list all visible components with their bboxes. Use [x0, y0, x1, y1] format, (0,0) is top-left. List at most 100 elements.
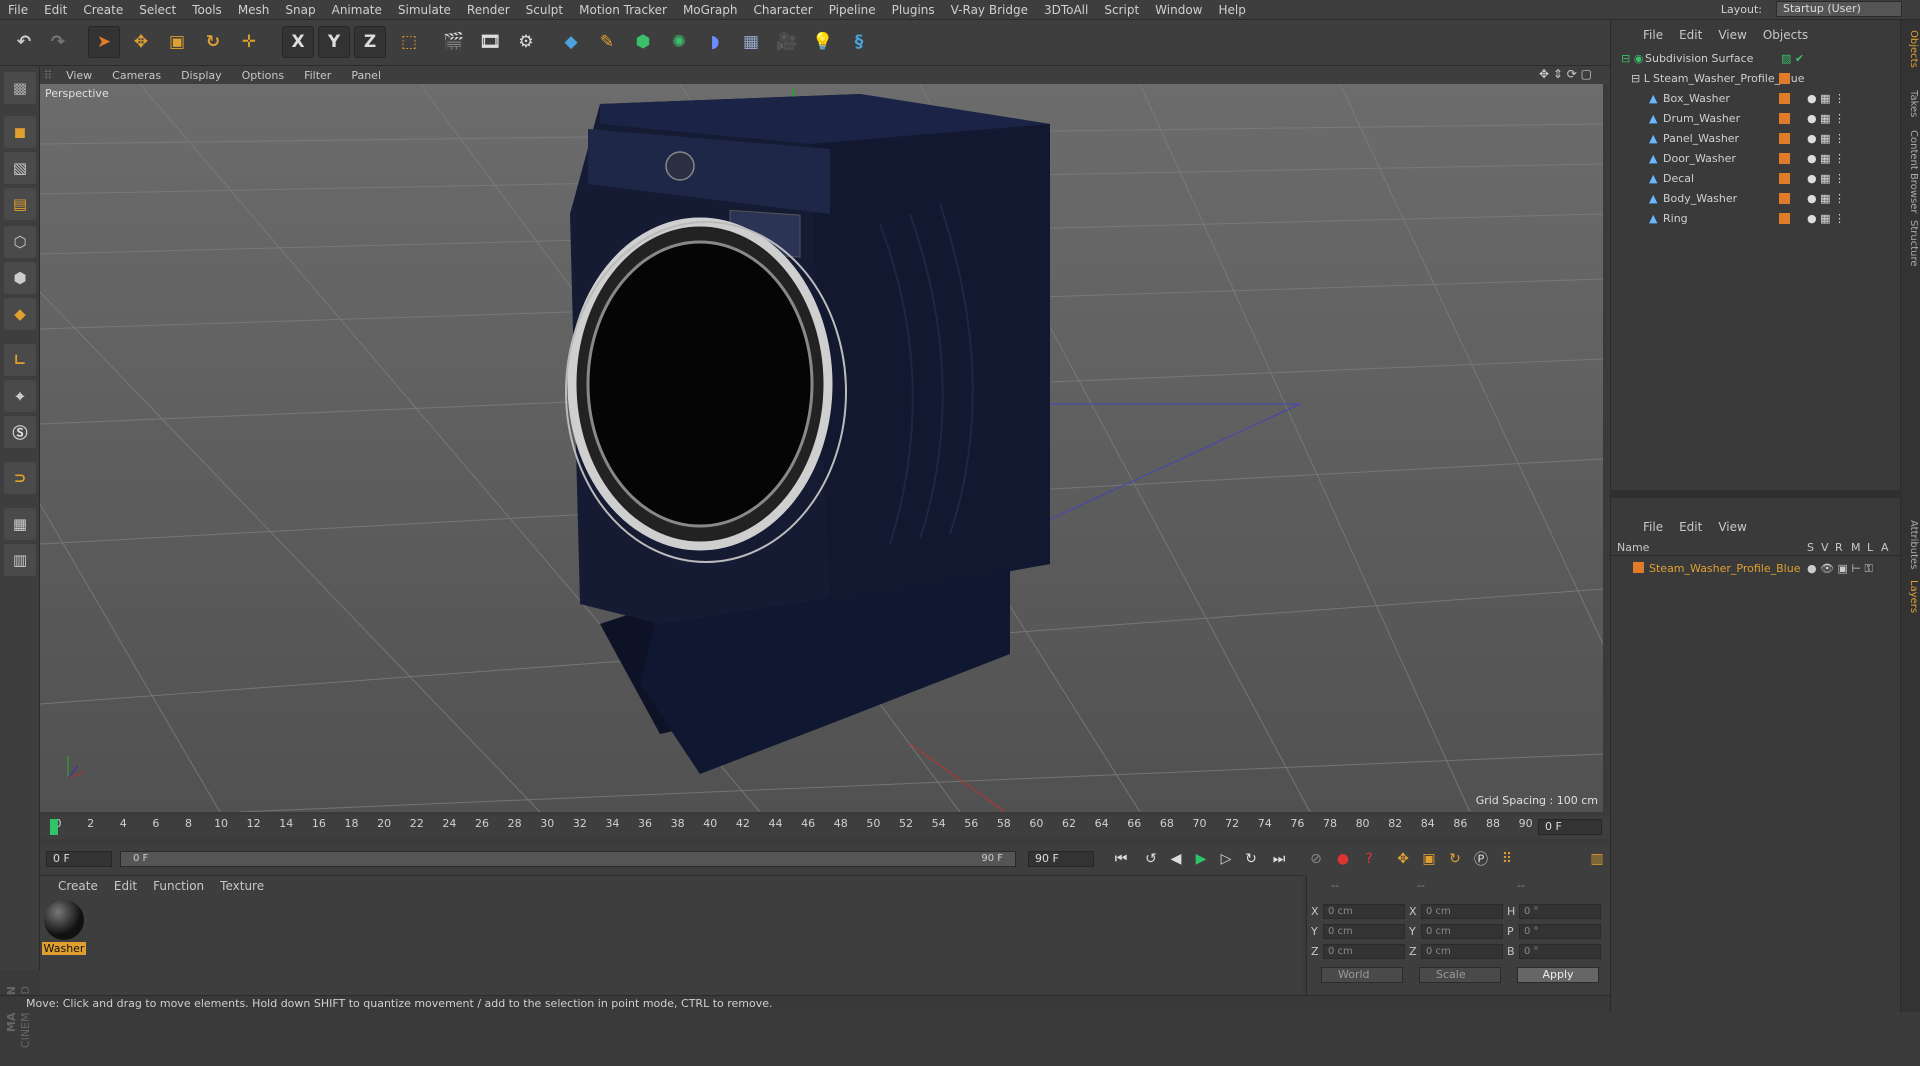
lock-workplane-icon[interactable]: ▦ [4, 508, 36, 540]
size-z-field[interactable]: 0 cm [1421, 944, 1503, 959]
make-editable-icon[interactable]: ▩ [4, 72, 36, 104]
enabled-check-icon[interactable]: ▨ ✔ [1781, 52, 1804, 65]
layer-row[interactable]: Steam_Washer_Profile_Blue ● 👁 ▣ ⊢ ⚿ [1611, 558, 1901, 578]
menu-window[interactable]: Window [1147, 3, 1210, 17]
tab-content-browser[interactable]: Content Browser [1903, 130, 1919, 213]
layer-color-swatch[interactable] [1779, 133, 1790, 144]
subdivision-icon[interactable]: ⬢ [627, 26, 659, 58]
key-move-icon[interactable]: ✥ [1392, 848, 1414, 870]
3d-viewport[interactable]: Perspective Grid Spacing : 100 cm [40, 84, 1603, 812]
previous-frame-icon[interactable]: ◀ [1165, 848, 1187, 870]
next-key-icon[interactable]: ↻ [1240, 848, 1262, 870]
autokey-icon[interactable]: ? [1358, 848, 1380, 870]
menu-pipeline[interactable]: Pipeline [821, 3, 884, 17]
layers-menu-file[interactable]: File [1635, 520, 1671, 534]
material-swatch[interactable]: Washer [42, 900, 86, 956]
axis-y-button[interactable]: Y [318, 26, 350, 58]
tab-takes[interactable]: Takes [1903, 90, 1919, 117]
material-tag-icon[interactable]: ● ▦ ⋮ [1807, 212, 1845, 225]
menu-animate[interactable]: Animate [324, 3, 390, 17]
objects-menu-file[interactable]: File [1635, 28, 1671, 42]
viewport-menu-view[interactable]: View [56, 69, 102, 82]
layer-flag-icons[interactable]: ● 👁 ▣ ⊢ ⚿ [1807, 562, 1873, 576]
render-settings-icon[interactable]: ⚙ [510, 26, 542, 58]
light-icon[interactable]: 💡 [807, 26, 839, 58]
tab-objects[interactable]: Objects [1903, 30, 1919, 68]
menu-character[interactable]: Character [745, 3, 820, 17]
cube-icon[interactable]: ◆ [555, 26, 587, 58]
points-mode-icon[interactable]: ⬡ [4, 226, 36, 258]
layout-dropdown[interactable]: Startup (User) [1776, 1, 1902, 17]
camera-icon[interactable]: 🎥 [771, 26, 803, 58]
objects-menu-view[interactable]: View [1710, 28, 1754, 42]
render-picture-viewer-icon[interactable]: 🎞 [474, 26, 506, 58]
viewport-menu-options[interactable]: Options [232, 69, 294, 82]
viewport-menu-display[interactable]: Display [171, 69, 232, 82]
menu-create[interactable]: Create [75, 3, 131, 17]
timeline-window-icon[interactable]: ▥ [1586, 848, 1608, 870]
object-row-steam-washer[interactable]: ⊟ L Steam_Washer_Profile_Blue [1611, 68, 1901, 88]
objects-menu-objects[interactable]: Objects [1755, 28, 1816, 42]
move-icon[interactable]: ✥ [125, 26, 157, 58]
material-menu-function[interactable]: Function [145, 879, 212, 893]
menu-select[interactable]: Select [131, 3, 184, 17]
rot-b-field[interactable]: 0 ° [1519, 944, 1601, 959]
key-rotate-icon[interactable]: ↻ [1444, 848, 1466, 870]
material-tag-icon[interactable]: ● ▦ ⋮ [1807, 152, 1845, 165]
layers-menu-view[interactable]: View [1710, 520, 1754, 534]
material-tag-icon[interactable]: ● ▦ ⋮ [1807, 132, 1845, 145]
record-icon[interactable]: ● [1332, 848, 1354, 870]
layer-color-swatch[interactable] [1779, 213, 1790, 224]
size-mode-dropdown[interactable]: Scale [1419, 967, 1501, 983]
object-row-panel-washer[interactable]: ▲ Panel_Washer ● ▦ ⋮ [1611, 128, 1901, 148]
menu-render[interactable]: Render [459, 3, 518, 17]
playhead[interactable] [50, 819, 58, 835]
deformer-icon[interactable]: ◗ [699, 26, 731, 58]
viewport-nav-icons[interactable]: ✥ ⇕ ⟳ ▢ [1529, 67, 1602, 81]
pos-y-field[interactable]: 0 cm [1323, 924, 1405, 939]
material-tag-icon[interactable]: ● ▦ ⋮ [1807, 112, 1845, 125]
material-menu-texture[interactable]: Texture [212, 879, 272, 893]
size-y-field[interactable]: 0 cm [1421, 924, 1503, 939]
axis-z-button[interactable]: Z [354, 26, 386, 58]
object-row-decal[interactable]: ▲ Decal ● ▦ ⋮ [1611, 168, 1901, 188]
pos-x-field[interactable]: 0 cm [1323, 904, 1405, 919]
go-to-end-icon[interactable]: ⏭ [1268, 848, 1290, 870]
menu-motion-tracker[interactable]: Motion Tracker [571, 3, 675, 17]
menu-file[interactable]: File [0, 3, 36, 17]
select-arrow-icon[interactable]: ➤ [88, 26, 120, 58]
object-row-subdivision-surface[interactable]: ⊟ ◉ Subdivision Surface ▨ ✔ [1611, 48, 1901, 68]
objects-menu-edit[interactable]: Edit [1671, 28, 1710, 42]
coordinate-system-icon[interactable]: ⬚ [393, 26, 425, 58]
timeline-ruler[interactable]: 0 2 4 6 8 10 12 14 16 18 20 22 24 26 28 30 32 34 36 38 40 42 4… [40, 815, 1610, 839]
planar-workplane-icon[interactable]: ▥ [4, 544, 36, 576]
layer-color-swatch[interactable] [1779, 173, 1790, 184]
workplane-icon[interactable]: ▤ [4, 188, 36, 220]
key-param-icon[interactable]: Ⓟ [1470, 848, 1492, 870]
frame-range-slider[interactable]: 0 F 90 F [120, 851, 1016, 867]
tab-layers[interactable]: Layers [1903, 580, 1919, 613]
menu-plugins[interactable]: Plugins [884, 3, 943, 17]
rotate-icon[interactable]: ↻ [197, 26, 229, 58]
layer-color-swatch[interactable] [1779, 193, 1790, 204]
start-frame-field[interactable]: 0 F [46, 851, 112, 867]
menu-snap[interactable]: Snap [277, 3, 323, 17]
key-pla-icon[interactable]: ⠿ [1496, 848, 1518, 870]
menu-sculpt[interactable]: Sculpt [518, 3, 571, 17]
axis-x-button[interactable]: X [282, 26, 314, 58]
layer-color-swatch[interactable] [1779, 73, 1790, 84]
layer-color-swatch[interactable] [1779, 113, 1790, 124]
array-icon[interactable]: ✺ [663, 26, 695, 58]
object-row-box-washer[interactable]: ▲ Box_Washer ● ▦ ⋮ [1611, 88, 1901, 108]
object-row-ring[interactable]: ▲ Ring ● ▦ ⋮ [1611, 208, 1901, 228]
tweak-mode-icon[interactable]: ⌖ [4, 380, 36, 412]
menu-tools[interactable]: Tools [184, 3, 230, 17]
layer-color-swatch[interactable] [1779, 153, 1790, 164]
key-scale-icon[interactable]: ▣ [1418, 848, 1440, 870]
layers-menu-edit[interactable]: Edit [1671, 520, 1710, 534]
rot-h-field[interactable]: 0 ° [1519, 904, 1601, 919]
go-to-start-icon[interactable]: ⏮ [1110, 848, 1132, 870]
size-x-field[interactable]: 0 cm [1421, 904, 1503, 919]
floor-icon[interactable]: ▦ [735, 26, 767, 58]
coordinate-mode-dropdown[interactable]: World [1321, 967, 1403, 983]
